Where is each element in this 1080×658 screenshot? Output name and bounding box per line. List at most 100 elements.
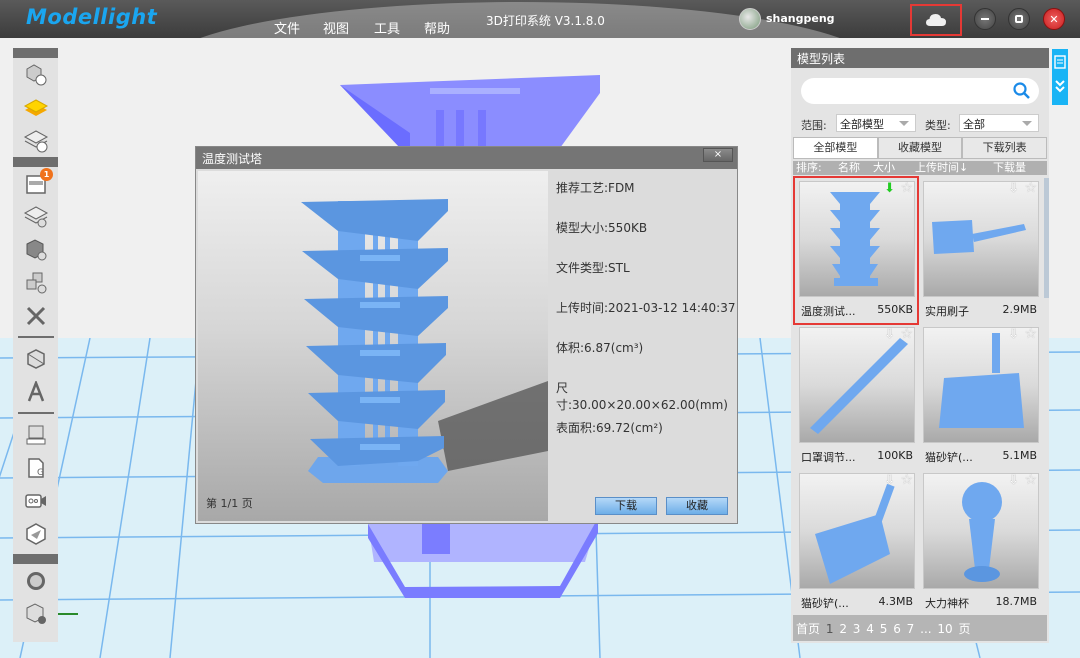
sort-by-size[interactable]: 大小	[873, 161, 895, 175]
model-card[interactable]: ⇩ ☆ 大力神杯 18.7MB	[919, 470, 1041, 615]
close-button[interactable]: ✕	[1043, 8, 1065, 30]
cloud-icon	[926, 14, 946, 26]
menu-view[interactable]: 视图	[323, 18, 349, 37]
model-card[interactable]: ⇩ ☆ 猫砂铲(... 4.3MB	[795, 470, 917, 615]
pagination: 首页 1 2 3 4 5 6 7 ... 10 页	[793, 615, 1047, 641]
send-button[interactable]	[13, 517, 58, 550]
search-icon[interactable]	[1013, 82, 1031, 100]
model-card[interactable]: ⇩ ☆ 口罩调节... 100KB	[795, 324, 917, 469]
star-icon[interactable]: ☆	[900, 180, 913, 196]
page-link-current[interactable]: 1	[826, 622, 834, 636]
page-link[interactable]: 5	[880, 622, 888, 636]
page-ellipsis: ...	[920, 622, 932, 636]
printer-button[interactable]: 1	[13, 167, 58, 200]
search-input[interactable]	[801, 78, 1039, 104]
model-name: 实用刷子	[925, 305, 969, 318]
tab-favorite-models[interactable]: 收藏模型	[877, 137, 963, 159]
import-model-button[interactable]	[13, 58, 58, 91]
download-icon[interactable]: ⇩	[1008, 327, 1019, 342]
download-icon[interactable]: ⇩	[1008, 473, 1019, 488]
type-select[interactable]: 全部	[959, 114, 1039, 132]
avatar[interactable]	[739, 8, 761, 30]
model-detail-dialog: 温度测试塔 × 第 1/1 页 推荐工艺:FDM 模型大小:550KB 文件类型…	[195, 146, 738, 524]
page-indicator: 第 1/1 页	[206, 497, 253, 510]
first-page-link[interactable]: 首页	[796, 622, 820, 636]
layers-import-button[interactable]	[13, 124, 58, 157]
toolbar-separator	[13, 554, 58, 564]
page-link[interactable]: 6	[893, 622, 901, 636]
page-link[interactable]: 4	[866, 622, 874, 636]
page-link[interactable]: 7	[907, 622, 915, 636]
download-button[interactable]: 下载	[595, 497, 657, 515]
layers-button[interactable]	[13, 91, 58, 124]
panel-title: 模型列表	[791, 48, 1049, 68]
view-cube-button[interactable]	[13, 342, 58, 375]
gcode-file-button[interactable]: G	[13, 451, 58, 484]
page-link[interactable]: 3	[853, 622, 861, 636]
model-list-panel: 模型列表 范围: 全部模型 类型: 全部 全部模型 收藏模型 下载列表 排序: …	[791, 48, 1049, 643]
download-icon[interactable]: ⇩	[884, 327, 895, 342]
minimize-button[interactable]	[974, 8, 996, 30]
model-card[interactable]: ⇩ ☆ 实用刷子 2.9MB	[919, 178, 1041, 323]
tools-icon	[26, 306, 45, 325]
maximize-button[interactable]	[1008, 8, 1030, 30]
collapse-panel-button[interactable]	[1052, 49, 1068, 105]
slice-settings-icon	[23, 205, 48, 227]
multi-model-settings-button[interactable]	[13, 266, 58, 299]
preview-button[interactable]	[13, 564, 58, 597]
model-card[interactable]: ⇩ ☆ 猫砂铲(... 5.1MB	[919, 324, 1041, 469]
tab-all-models[interactable]: 全部模型	[793, 137, 878, 159]
model-preview-image[interactable]: 第 1/1 页	[198, 171, 548, 521]
tab-download-list[interactable]: 下载列表	[962, 137, 1048, 159]
star-icon[interactable]: ☆	[900, 472, 913, 488]
slice-settings-button[interactable]	[13, 200, 58, 233]
download-icon[interactable]: ⇩	[884, 473, 895, 488]
svg-text:G: G	[37, 468, 44, 478]
range-label: 范围:	[801, 119, 827, 132]
model-repair-icon	[26, 602, 46, 624]
minimize-icon	[981, 18, 989, 20]
model-thumbnail	[923, 181, 1039, 297]
menu-tools[interactable]: 工具	[374, 18, 400, 37]
page-link[interactable]: 10	[937, 622, 952, 636]
menu-file[interactable]: 文件	[274, 18, 300, 37]
title-bar: Modellight 文件 视图 工具 帮助 3D打印系统 V3.1.8.0 s…	[0, 0, 1080, 38]
camera-button[interactable]	[13, 484, 58, 517]
preview-icon	[26, 571, 45, 590]
sort-by-upload-time[interactable]: 上传时间↓	[915, 161, 968, 175]
star-icon[interactable]: ☆	[1024, 472, 1037, 488]
cloud-button[interactable]	[910, 4, 962, 36]
chevron-double-down-icon	[1055, 80, 1065, 93]
dialog-close-button[interactable]: ×	[703, 148, 733, 162]
model-repair-button[interactable]	[13, 597, 58, 630]
model-settings-button[interactable]	[13, 233, 58, 266]
sort-bar: 排序: 名称 大小 上传时间↓ 下载量	[793, 161, 1047, 175]
model-thumbnail	[799, 327, 915, 443]
star-icon[interactable]: ☆	[1024, 180, 1037, 196]
range-select[interactable]: 全部模型	[836, 114, 916, 132]
sort-by-downloads[interactable]: 下载量	[993, 161, 1026, 175]
axis-indicator	[58, 613, 78, 615]
page-link[interactable]: 2	[839, 622, 847, 636]
model-card[interactable]: ⬇ ☆ 温度测试... 550KB	[793, 176, 919, 325]
tools-button[interactable]	[13, 299, 58, 332]
username[interactable]: shangpeng	[766, 12, 835, 25]
downloaded-icon[interactable]: ⬇	[884, 181, 895, 196]
temperature-tower-model	[301, 199, 548, 483]
favorite-button[interactable]: 收藏	[666, 497, 728, 515]
import-model-icon	[26, 63, 46, 85]
text-3d-button[interactable]	[13, 375, 58, 408]
toolbar-separator	[13, 157, 58, 167]
download-icon[interactable]: ⇩	[1008, 181, 1019, 196]
star-icon[interactable]: ☆	[900, 326, 913, 342]
measure-button[interactable]	[13, 418, 58, 451]
model-settings-icon	[26, 238, 46, 260]
sort-by-name[interactable]: 名称	[838, 161, 860, 175]
send-icon	[25, 522, 46, 545]
printer-badge: 1	[40, 168, 53, 181]
sort-label: 排序:	[796, 161, 822, 174]
toolbar-divider	[17, 412, 54, 414]
menu-help[interactable]: 帮助	[424, 18, 450, 37]
star-icon[interactable]: ☆	[1024, 326, 1037, 342]
panel-scrollbar[interactable]	[1044, 178, 1049, 298]
